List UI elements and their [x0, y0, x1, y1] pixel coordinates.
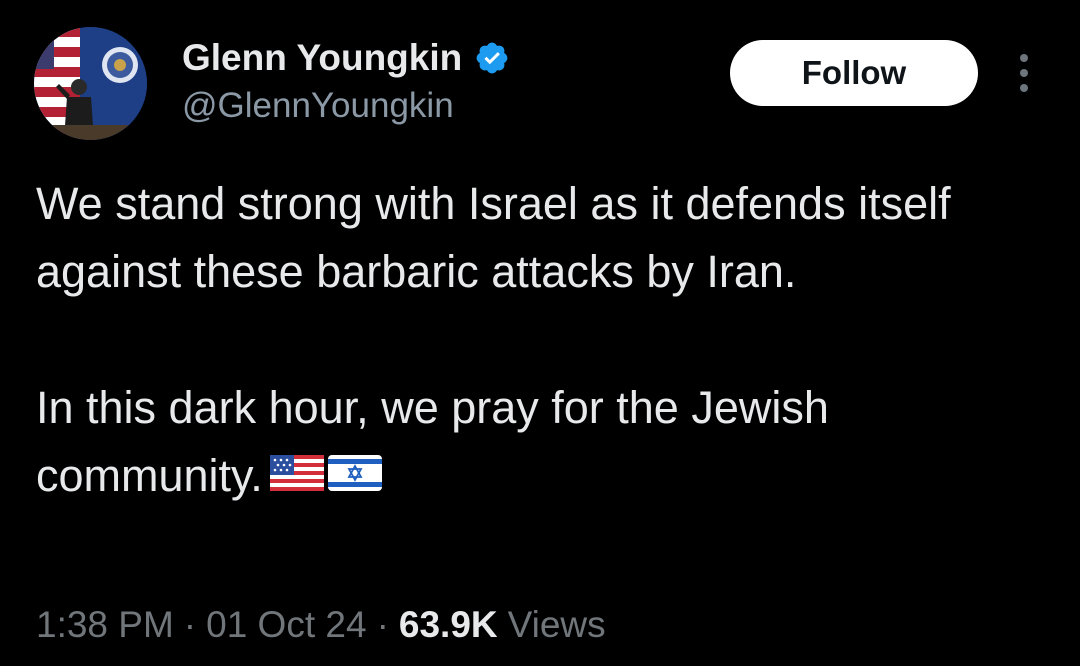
tweet-text: We stand strong with Israel as it defend…	[36, 170, 1046, 510]
tweet-paragraph-text: In this dark hour, we pray for the Jewis…	[36, 382, 829, 501]
us-flag-icon	[269, 455, 324, 491]
verified-badge-icon	[476, 42, 508, 74]
tweet-meta: 1:38 PM · 01 Oct 24 · 63.9K Views	[36, 604, 606, 646]
tweet-date[interactable]: 01 Oct 24	[206, 604, 366, 646]
meta-separator: ·	[183, 604, 197, 645]
author-handle[interactable]: @GlennYoungkin	[182, 86, 454, 126]
avatar-photo-icon	[34, 27, 147, 140]
follow-button[interactable]: Follow	[730, 40, 978, 106]
tweet-paragraph: In this dark hour, we pray for the Jewis…	[36, 374, 1046, 510]
tweet-card: Glenn Youngkin @GlennYoungkin Follow We …	[0, 0, 1080, 666]
tweet-time[interactable]: 1:38 PM	[36, 604, 174, 646]
author-display-name[interactable]: Glenn Youngkin	[182, 37, 462, 79]
tweet-paragraph: We stand strong with Israel as it defend…	[36, 178, 951, 297]
views-label: Views	[507, 604, 606, 645]
views-count[interactable]: 63.9K	[399, 604, 498, 646]
author-avatar[interactable]	[34, 27, 147, 140]
israel-flag-icon	[327, 455, 382, 491]
author-name-row: Glenn Youngkin	[182, 36, 510, 80]
more-dot	[1020, 69, 1028, 77]
more-dot	[1020, 84, 1028, 92]
more-dot	[1020, 54, 1028, 62]
more-vertical-icon[interactable]	[1006, 50, 1042, 96]
meta-separator: ·	[376, 604, 389, 645]
